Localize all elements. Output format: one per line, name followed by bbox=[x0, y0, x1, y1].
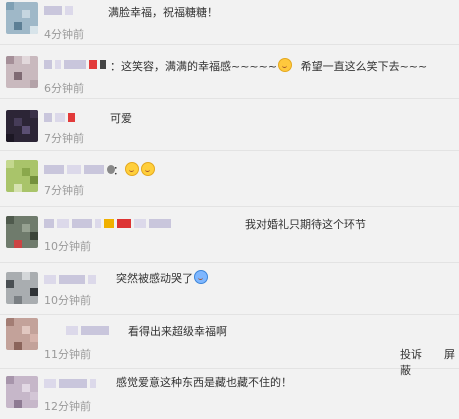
report-button[interactable]: 投诉 bbox=[400, 348, 422, 361]
comment-text-part: 希望一直这么笑下去~~~ bbox=[300, 60, 428, 73]
badge-icon bbox=[68, 112, 75, 122]
comment-time: 7分钟前 bbox=[44, 132, 84, 145]
comment-time: 4分钟前 bbox=[44, 28, 84, 41]
comment-row: 看得出来超级幸福啊 11分钟前 投诉 屏蔽 bbox=[0, 314, 459, 377]
comment-time: 12分钟前 bbox=[44, 400, 91, 413]
comment-row: 可爱 7分钟前 bbox=[0, 98, 459, 151]
comment-text-part: ：这笑容，满满的幸福感~~~~~ bbox=[110, 60, 278, 73]
vip-badge-icon bbox=[89, 59, 97, 69]
avatar[interactable] bbox=[6, 318, 38, 350]
comment-text: 看得出来超级幸福啊 bbox=[128, 325, 227, 338]
username-masked[interactable] bbox=[44, 376, 96, 390]
username-masked[interactable] bbox=[44, 57, 106, 71]
comment-text: 我对婚礼只期待这个环节 bbox=[245, 218, 366, 231]
username-masked[interactable] bbox=[44, 323, 109, 337]
comment-text: 突然被感动哭了 bbox=[116, 270, 209, 286]
comment-text: 满脸幸福，祝福糖糖！ bbox=[108, 6, 218, 19]
comment-row: 感觉爱意这种东西是藏也藏不住的！ 12分钟前 bbox=[0, 368, 459, 419]
avatar[interactable] bbox=[6, 2, 38, 34]
smile-emoji-icon bbox=[141, 162, 155, 176]
comment-text: 感觉爱意这种东西是藏也藏不住的！ bbox=[116, 376, 292, 389]
comment-time: 10分钟前 bbox=[44, 240, 91, 253]
avatar[interactable] bbox=[6, 272, 38, 304]
comment-text: 可爱 bbox=[110, 112, 132, 125]
badge-icon bbox=[100, 59, 106, 69]
username-masked[interactable] bbox=[44, 216, 171, 230]
comment-text: ： bbox=[113, 162, 156, 178]
vip-badge-icon bbox=[104, 218, 114, 228]
comment-list: 满脸幸福，祝福糖糖！ 4分钟前 ：这笑容，满满的幸福感~~~~~ 希望一直这么笑… bbox=[0, 0, 459, 419]
comment-row: 满脸幸福，祝福糖糖！ 4分钟前 bbox=[0, 0, 459, 45]
avatar[interactable] bbox=[6, 110, 38, 142]
comment-time: 7分钟前 bbox=[44, 184, 84, 197]
laugh-cry-emoji-icon bbox=[194, 270, 208, 284]
comment-time: 10分钟前 bbox=[44, 294, 91, 307]
comment-text-part: ： bbox=[113, 164, 124, 177]
comment-text-part: 突然被感动哭了 bbox=[116, 272, 193, 285]
kiss-emoji-icon bbox=[278, 58, 293, 72]
avatar[interactable] bbox=[6, 160, 38, 192]
comment-row: ：这笑容，满满的幸福感~~~~~ 希望一直这么笑下去~~~ 6分钟前 bbox=[0, 44, 459, 99]
username-masked[interactable] bbox=[44, 3, 73, 17]
username-masked[interactable] bbox=[44, 272, 96, 286]
comment-time: 6分钟前 bbox=[44, 82, 84, 95]
username-masked[interactable] bbox=[44, 110, 75, 124]
avatar[interactable] bbox=[6, 216, 38, 248]
comment-row: ： 7分钟前 bbox=[0, 150, 459, 207]
smile-emoji-icon bbox=[125, 162, 139, 176]
comment-row: 突然被感动哭了 10分钟前 bbox=[0, 262, 459, 315]
avatar[interactable] bbox=[6, 376, 38, 408]
comment-time: 11分钟前 bbox=[44, 348, 91, 361]
username-masked[interactable] bbox=[44, 162, 115, 176]
badge-icon bbox=[117, 218, 131, 228]
comment-text: ：这笑容，满满的幸福感~~~~~ 希望一直这么笑下去~~~ bbox=[110, 58, 427, 74]
comment-row: 我对婚礼只期待这个环节 10分钟前 bbox=[0, 206, 459, 263]
avatar[interactable] bbox=[6, 56, 38, 88]
